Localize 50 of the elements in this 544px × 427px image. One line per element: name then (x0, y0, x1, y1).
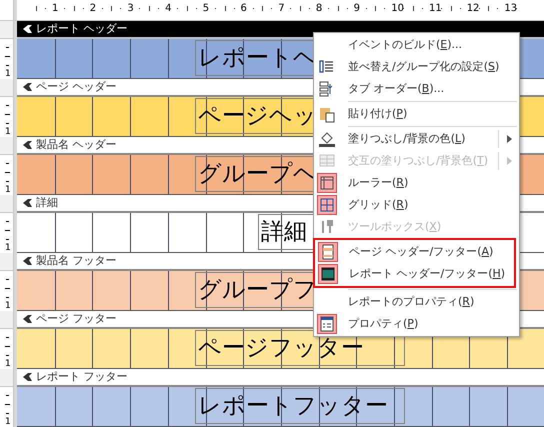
ruler-number: 1 (5, 185, 11, 195)
section-arrow-icon (23, 315, 32, 323)
section-arrow-icon (23, 141, 32, 149)
ruler-number: 3 (127, 3, 134, 15)
section-title: レポート ヘッダー (36, 20, 128, 37)
ruler-number: 4 (165, 3, 172, 15)
section-selector[interactable] (0, 137, 14, 155)
ruler-number: 2 (90, 3, 96, 15)
label-control[interactable]: レポートフッター (195, 388, 405, 424)
ruler-number: 1 (5, 359, 11, 369)
ruler-number: 7 (278, 3, 285, 15)
section-arrow-icon (23, 257, 32, 265)
section-title: ページ ヘッダー (36, 78, 116, 95)
ruler-number: 1 (5, 69, 11, 79)
section-title: 製品名 ヘッダー (36, 136, 116, 153)
section-title: ページ フッター (36, 310, 116, 327)
ruler-number: 9 (354, 3, 360, 15)
ruler-number: 11 (429, 3, 442, 15)
section-arrow-icon (23, 25, 32, 33)
section-selector[interactable] (0, 311, 14, 329)
section-selector[interactable] (0, 369, 14, 387)
section-title: 詳細 (36, 194, 58, 211)
ruler-number: 1 (52, 3, 58, 15)
menu-item[interactable]: タブ オーダー(B)... (314, 78, 519, 100)
section-title: レポート フッター (36, 368, 128, 385)
ruler-number: 1 (5, 417, 11, 427)
ruler-number: 5 (202, 3, 210, 15)
menu-item-label: プロパティ(P) (348, 316, 418, 332)
ruler-number: 13 (504, 3, 518, 15)
menu-item-label: タブ オーダー(B)... (348, 80, 444, 97)
section-bar[interactable]: レポート フッター (17, 369, 544, 387)
section-arrow-icon (23, 373, 32, 381)
section-arrow-icon (23, 83, 32, 91)
menu-item-label: グリッド(R) (348, 196, 408, 213)
section-title: 製品名 フッター (36, 252, 116, 269)
ruler-number: 1 (5, 301, 11, 311)
ruler-number: 6 (240, 3, 247, 15)
ruler-number: 10 (391, 3, 404, 15)
menu-item[interactable]: グリッド(R) (314, 194, 519, 216)
section-selector[interactable] (0, 195, 14, 213)
section-selector[interactable] (0, 253, 14, 271)
ruler-number: 1 (5, 127, 11, 137)
section-selector[interactable] (0, 79, 14, 97)
ruler-number: 12 (466, 3, 480, 15)
ruler-number: 8 (316, 3, 322, 15)
section-arrow-icon (23, 199, 32, 207)
ruler-number: 1 (5, 243, 11, 253)
menu-item-label: ツールボックス(X) (348, 218, 442, 235)
menu-item-label: 貼り付け(P) (348, 106, 408, 122)
section-selector[interactable] (0, 21, 14, 39)
